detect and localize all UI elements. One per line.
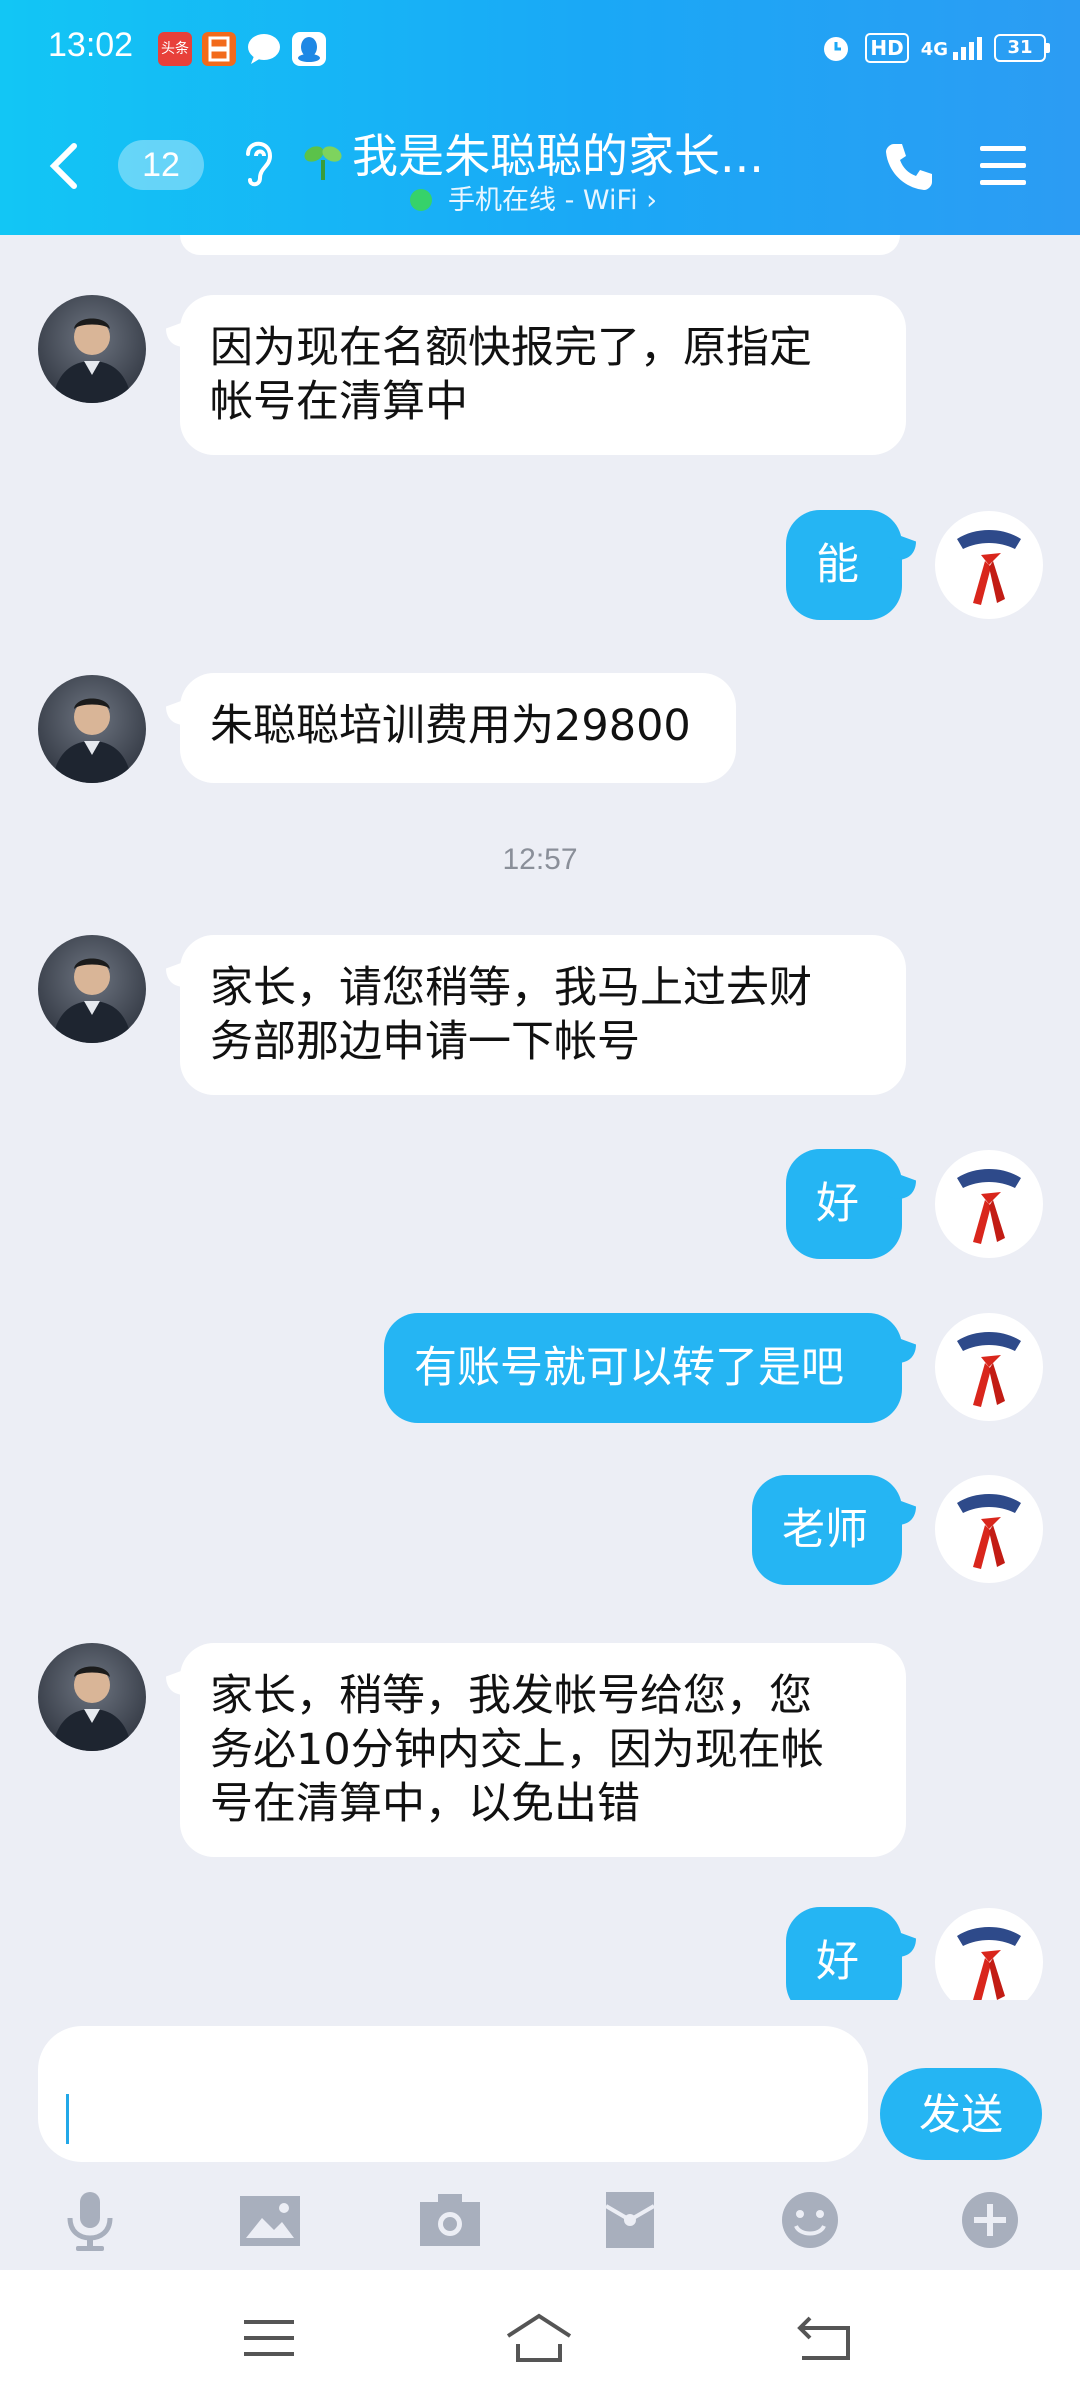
red-scarf-avatar-icon	[957, 1332, 1021, 1407]
message-composer: 发送	[0, 2000, 1080, 2270]
alarm-icon	[824, 37, 849, 61]
status-right: HD 4G 31	[819, 28, 1050, 68]
home-button[interactable]	[504, 2310, 574, 2366]
app-header: 13:02 头条 HD 4G 31 12 我是朱聪聪的家长... 手机在线 - …	[0, 0, 1080, 235]
incoming-message-bubble[interactable]: 家长，稍等，我发帐号给您，您 务必10分钟内交上，因为现在帐 号在清算中，以免出…	[180, 1643, 906, 1857]
hamburger-menu-icon	[980, 146, 1026, 185]
partial-message-bubble	[180, 235, 900, 255]
contact-avatar[interactable]	[38, 935, 146, 1043]
back-button[interactable]	[40, 136, 88, 196]
person-avatar-icon	[52, 318, 132, 403]
red-scarf-avatar-icon	[957, 530, 1021, 605]
unread-count-badge[interactable]: 12	[118, 140, 204, 190]
person-avatar-icon	[52, 698, 132, 783]
plus-icon[interactable]	[958, 2188, 1022, 2252]
red-packet-icon[interactable]	[598, 2188, 662, 2252]
outgoing-message-bubble[interactable]: 有账号就可以转了是吧	[384, 1313, 902, 1423]
composer-toolbar	[0, 2180, 1080, 2270]
red-scarf-avatar-icon	[957, 1494, 1021, 1569]
emoji-icon[interactable]	[778, 2188, 842, 2252]
text-caret	[66, 2094, 69, 2144]
menu-button[interactable]	[978, 144, 1028, 188]
my-avatar[interactable]	[935, 1313, 1043, 1421]
ear-icon[interactable]	[238, 132, 278, 192]
send-button[interactable]: 发送	[880, 2068, 1042, 2160]
red-scarf-avatar-icon	[957, 1927, 1021, 2000]
battery-indicator: 31	[994, 34, 1050, 62]
hamburger-menu-icon	[244, 2320, 294, 2356]
chat-history[interactable]: 因为现在名额快报完了，原指定 帐号在清算中 能 朱聪聪培训费用为29800 12…	[0, 235, 1080, 2000]
contact-avatar[interactable]	[38, 675, 146, 783]
recent-apps-button[interactable]	[236, 2310, 306, 2366]
system-navigation-bar	[0, 2270, 1080, 2400]
person-avatar-icon	[52, 1666, 132, 1751]
hd-badge: HD	[865, 33, 909, 63]
outgoing-message-bubble[interactable]: 好	[786, 1149, 902, 1259]
red-scarf-avatar-icon	[957, 1169, 1021, 1244]
chat-navbar: 12 我是朱聪聪的家长... 手机在线 - WiFi ›	[0, 100, 1080, 235]
outgoing-message-bubble[interactable]: 能	[786, 510, 902, 620]
chevron-right-icon: ›	[646, 185, 657, 216]
my-avatar[interactable]	[935, 1908, 1043, 2000]
status-time: 13:02	[48, 26, 134, 64]
outgoing-message-bubble[interactable]: 老师	[752, 1475, 902, 1585]
phone-icon	[886, 144, 932, 190]
app-notification-icon	[202, 32, 236, 66]
toutiao-notification-icon: 头条	[158, 32, 192, 66]
phone-call-button[interactable]	[880, 138, 936, 194]
online-status-text[interactable]: 手机在线 - WiFi ›	[448, 178, 657, 217]
back-arrow-icon	[797, 2316, 850, 2360]
chevron-left-icon	[49, 143, 77, 189]
home-icon	[506, 2313, 572, 2362]
image-icon[interactable]	[238, 2188, 302, 2252]
incoming-message-bubble[interactable]: 朱聪聪培训费用为29800	[180, 673, 736, 783]
my-avatar[interactable]	[935, 511, 1043, 619]
qq-notification-icon	[292, 32, 326, 66]
status-bar: 13:02 头条 HD 4G 31	[0, 0, 1080, 100]
message-notification-icon	[246, 32, 280, 66]
message-timestamp: 12:57	[502, 843, 578, 876]
my-avatar[interactable]	[935, 1150, 1043, 1258]
contact-avatar[interactable]	[38, 1643, 146, 1751]
online-status-dot	[410, 189, 432, 211]
signal-indicator: 4G	[921, 36, 982, 60]
incoming-message-bubble[interactable]: 因为现在名额快报完了，原指定 帐号在清算中	[180, 295, 906, 455]
outgoing-message-bubble[interactable]: 好	[786, 1907, 902, 2000]
chat-title[interactable]: 我是朱聪聪的家长...	[352, 120, 764, 186]
person-avatar-icon	[52, 958, 132, 1043]
sprout-icon	[302, 140, 344, 182]
contact-avatar[interactable]	[38, 295, 146, 403]
microphone-icon[interactable]	[58, 2188, 122, 2252]
message-input[interactable]	[38, 2026, 868, 2162]
incoming-message-bubble[interactable]: 家长，请您稍等，我马上过去财 务部那边申请一下帐号	[180, 935, 906, 1095]
back-nav-button[interactable]	[790, 2310, 860, 2366]
my-avatar[interactable]	[935, 1475, 1043, 1583]
camera-icon[interactable]	[418, 2188, 482, 2252]
